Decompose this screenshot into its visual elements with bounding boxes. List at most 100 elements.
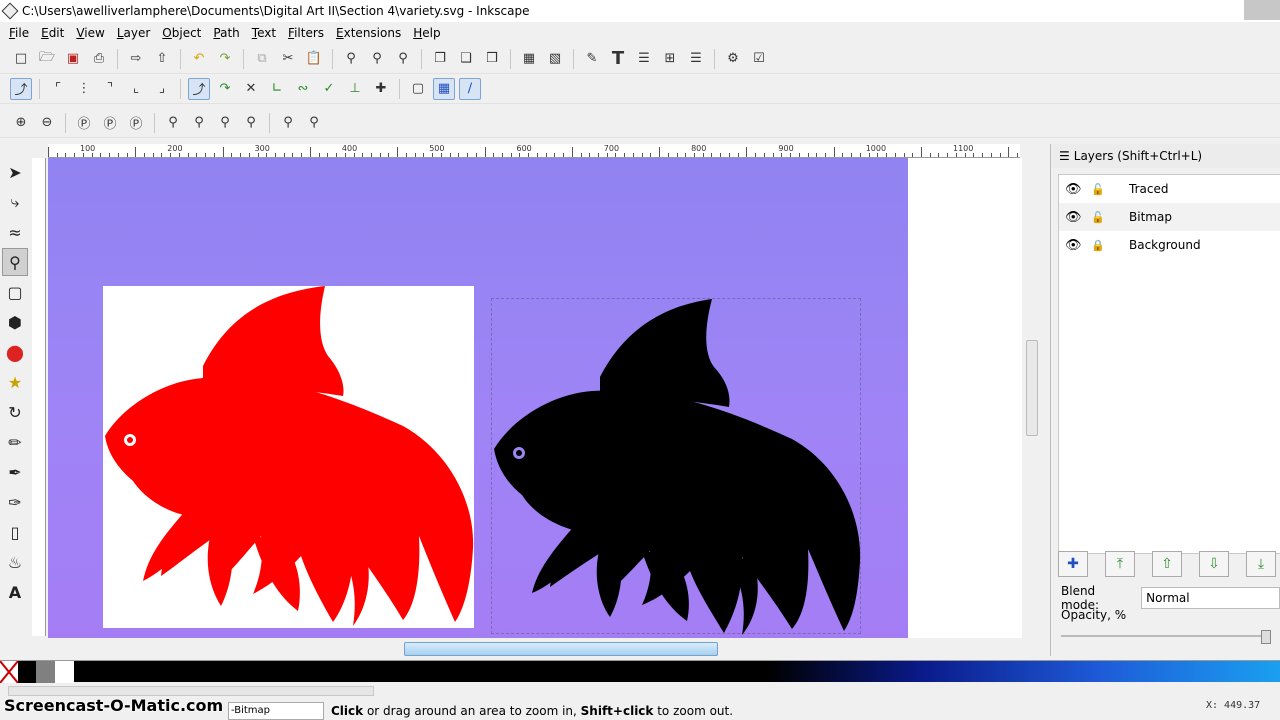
raise-layer-to-top-button[interactable]: ⤒ xyxy=(1105,551,1135,577)
star-tool-icon[interactable]: ★ xyxy=(2,368,28,396)
vertical-scrollbar[interactable] xyxy=(1024,158,1042,636)
preferences-icon[interactable]: ⚙ xyxy=(722,48,744,70)
text-font-icon[interactable]: T xyxy=(607,48,629,70)
gray-swatch[interactable] xyxy=(36,661,55,683)
group-icon[interactable]: ▦ xyxy=(518,48,540,70)
layer-row-bitmap[interactable]: 👁 🔓 Bitmap xyxy=(1059,203,1280,231)
undo-icon[interactable]: ↶ xyxy=(188,48,210,70)
black-swatch[interactable] xyxy=(18,661,36,683)
white-swatch[interactable] xyxy=(55,661,74,683)
blend-mode-select[interactable]: Normal xyxy=(1141,587,1280,609)
add-layer-button[interactable]: ✚ xyxy=(1058,551,1088,577)
layer-row-background[interactable]: 👁 🔒 Background xyxy=(1059,231,1280,259)
zoom-selection-icon[interactable]: ⚲ xyxy=(340,48,362,70)
paste-icon[interactable]: 📋 xyxy=(303,48,325,70)
menu-object[interactable]: Object xyxy=(156,26,207,40)
snap-path-icon[interactable]: ↷ xyxy=(214,78,236,100)
menu-filters[interactable]: Filters xyxy=(282,26,330,40)
snap-cusp-icon[interactable]: ∟ xyxy=(266,78,288,100)
zoom-in-icon[interactable]: ⊕ xyxy=(10,112,32,134)
zoom-next-icon[interactable]: ⚲ xyxy=(303,112,325,134)
pencil-tool-icon[interactable]: ✏ xyxy=(2,428,28,456)
visibility-eye-icon[interactable]: 👁 xyxy=(1065,238,1087,253)
3d-box-tool-icon[interactable]: ⬢ xyxy=(2,308,28,336)
layers-icon[interactable]: ☰ xyxy=(633,48,655,70)
document-properties-icon[interactable]: ☑ xyxy=(748,48,770,70)
new-document-icon[interactable]: □ xyxy=(10,48,32,70)
lower-layer-button[interactable]: ⇩ xyxy=(1199,551,1229,577)
snap-bbox-corner-icon[interactable]: ⌝ xyxy=(99,78,121,100)
snap-enable-icon[interactable]: ⤴ xyxy=(10,77,32,100)
snap-grid-icon[interactable]: ▦ xyxy=(433,77,455,100)
menu-text[interactable]: Text xyxy=(246,26,282,40)
opacity-slider-knob[interactable] xyxy=(1261,630,1271,644)
menu-path[interactable]: Path xyxy=(207,26,245,40)
node-tool-icon[interactable]: ⤷ xyxy=(2,188,28,216)
lower-layer-to-bottom-button[interactable]: ⤓ xyxy=(1246,551,1276,577)
menu-edit[interactable]: Edit xyxy=(35,26,70,40)
duplicate-icon[interactable]: ❐ xyxy=(429,48,451,70)
menu-view[interactable]: View xyxy=(70,26,110,40)
opacity-slider[interactable] xyxy=(1061,630,1275,644)
snap-guide-icon[interactable]: ∕ xyxy=(459,77,481,100)
unlocked-padlock-icon[interactable]: 🔓 xyxy=(1091,210,1113,224)
zoom-fit-page-icon[interactable]: ⚲ xyxy=(214,112,236,134)
visibility-eye-icon[interactable]: 👁 xyxy=(1065,182,1087,197)
fill-stroke-icon[interactable]: ✎ xyxy=(581,48,603,70)
zoom-drawing-icon[interactable]: ⚲ xyxy=(366,48,388,70)
snap-nodes-icon[interactable]: ⤴ xyxy=(188,77,210,100)
menu-layer[interactable]: Layer xyxy=(111,26,156,40)
redo-icon[interactable]: ↷ xyxy=(214,48,236,70)
layer-row-traced[interactable]: 👁 🔓 Traced xyxy=(1059,175,1280,203)
zoom-previous-icon[interactable]: ⚲ xyxy=(277,112,299,134)
horizontal-scroll-thumb[interactable] xyxy=(404,642,718,656)
no-paint-swatch[interactable] xyxy=(0,660,19,684)
snap-rotation-center-icon[interactable]: ✚ xyxy=(370,78,392,100)
snap-intersection-icon[interactable]: ✕ xyxy=(240,78,262,100)
unlocked-padlock-icon[interactable]: 🔓 xyxy=(1091,182,1113,196)
snap-midpoint-icon[interactable]: ✓ xyxy=(318,78,340,100)
window-close-button[interactable] xyxy=(1244,0,1280,20)
import-icon[interactable]: ⇨ xyxy=(125,48,147,70)
zoom-1-1-icon[interactable]: Ⓟ xyxy=(73,112,95,134)
cut-icon[interactable]: ✂ xyxy=(277,48,299,70)
zoom-2-1-icon[interactable]: Ⓟ xyxy=(125,112,147,134)
spiral-tool-icon[interactable]: ↻ xyxy=(2,398,28,426)
copy-icon[interactable]: ⧉ xyxy=(251,48,273,70)
export-icon[interactable]: ⇧ xyxy=(151,48,173,70)
palette-scrollbar[interactable] xyxy=(8,686,374,696)
snap-bbox-midpoint-icon[interactable]: ⌞ xyxy=(125,78,147,100)
snap-bbox-icon[interactable]: ⌜ xyxy=(47,78,69,100)
calligraphy-tool-icon[interactable]: ✑ xyxy=(2,488,28,516)
zoom-tool-icon[interactable]: ⚲ xyxy=(2,248,28,276)
visibility-eye-icon[interactable]: 👁 xyxy=(1065,210,1087,225)
snap-smooth-icon[interactable]: ∾ xyxy=(292,78,314,100)
save-icon[interactable]: ▣ xyxy=(62,48,84,70)
traced-selection-bbox[interactable] xyxy=(491,298,861,635)
snap-page-border-icon[interactable]: ▢ xyxy=(407,78,429,100)
snap-bbox-center-icon[interactable]: ⌟ xyxy=(151,78,173,100)
open-folder-icon[interactable]: 🗁 xyxy=(36,48,58,70)
horizontal-scrollbar[interactable] xyxy=(48,640,1024,658)
current-layer-select[interactable]: -Bitmap xyxy=(228,702,324,720)
zoom-fit-drawing-icon[interactable]: ⚲ xyxy=(188,112,210,134)
selector-tool-icon[interactable]: ➤ xyxy=(2,158,28,186)
text-tool-icon[interactable]: A xyxy=(2,578,28,606)
zoom-fit-width-icon[interactable]: ⚲ xyxy=(240,112,262,134)
bitmap-goldfish-image[interactable] xyxy=(103,286,474,628)
vertical-scroll-thumb[interactable] xyxy=(1026,340,1038,436)
tweak-tool-icon[interactable]: ≈ xyxy=(2,218,28,246)
xml-editor-icon[interactable]: ⊞ xyxy=(659,48,681,70)
snap-object-center-icon[interactable]: ⊥ xyxy=(344,78,366,100)
zoom-fit-selection-icon[interactable]: ⚲ xyxy=(162,112,184,134)
menu-file[interactable]: File xyxy=(3,26,35,40)
ellipse-tool-icon[interactable]: ⬤ xyxy=(2,338,28,366)
ungroup-icon[interactable]: ▧ xyxy=(544,48,566,70)
eraser-tool-icon[interactable]: ▯ xyxy=(2,518,28,546)
snap-bbox-edge-icon[interactable]: ⋮ xyxy=(73,78,95,100)
zoom-1-2-icon[interactable]: Ⓟ xyxy=(99,112,121,134)
menu-extensions[interactable]: Extensions xyxy=(330,26,407,40)
unlink-clone-icon[interactable]: ❒ xyxy=(481,48,503,70)
raise-layer-button[interactable]: ⇧ xyxy=(1152,551,1182,577)
align-distribute-icon[interactable]: ☰ xyxy=(685,48,707,70)
